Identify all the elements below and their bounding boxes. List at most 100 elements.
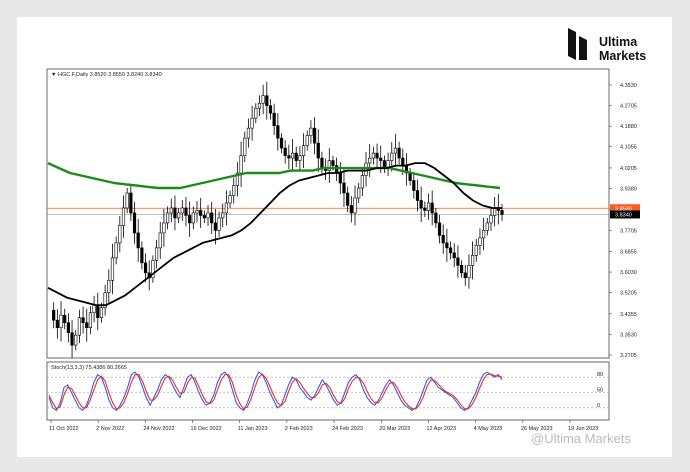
candle-body [158,232,162,249]
candle-body [77,317,81,336]
candle-body [250,117,254,129]
candle-body [221,212,225,219]
stoch-title: Stoch(13,3,3) 75.4386 80.2665 [51,365,127,371]
watermark-text: @Ultima Markets [531,431,631,446]
candle-body [434,212,438,224]
candle-body [96,304,100,319]
candles-group [52,81,504,358]
candle-body [283,147,287,156]
candle-body [202,215,206,219]
candle-body [129,192,133,214]
candle-body [423,207,427,211]
candle-body [143,262,148,274]
candle-body [81,317,85,323]
candle-body [331,160,335,166]
x-tick-label: 2 Nov 2022 [96,426,124,432]
candle-body [92,304,96,314]
stoch-plot-border [46,361,610,421]
candle-body [335,165,339,174]
candle-body [349,205,353,214]
candle-body [408,172,412,181]
candle-body [110,257,115,281]
candle-body [415,190,420,201]
candle-body [232,185,236,196]
candle-body [471,255,475,266]
candle-body [239,155,243,174]
candle-body [298,155,302,161]
stoch-line-0 [48,371,503,412]
x-tick-label: 16 Dec 2022 [191,426,222,432]
candle-body [478,237,482,246]
candle-body [320,157,324,169]
candle-body [162,222,166,234]
stoch-level-label: 0 [597,403,600,409]
candle-body [74,334,78,346]
chart-svg: 4.35304.27054.18804.10554.02053.93803.85… [46,68,640,432]
stoch-level-label: 80 [597,372,603,378]
candle-body [261,95,265,104]
candle-body [107,279,111,294]
candle-body [246,127,251,139]
candle-body [199,210,203,216]
candle-body [265,95,269,107]
candle-body [371,152,375,159]
candle-body [254,107,258,119]
y-tick-label: 4.1055 [620,145,637,151]
candle-body [390,152,394,161]
candle-body [114,242,118,259]
candle-body [412,180,416,191]
candle-body [493,207,497,216]
candle-body [63,314,67,323]
candle-body [99,307,104,319]
candle-body [459,265,464,274]
candle-body [85,322,89,328]
candle-body [482,230,486,239]
candle-body [426,202,431,211]
candle-body [52,309,56,321]
candle-body [169,207,173,214]
candle-body [419,200,423,209]
candle-body [195,210,199,214]
candle-body [452,252,456,259]
candle-body [430,202,434,214]
candle-body [59,314,63,328]
candle-body [224,202,228,214]
candle-body [55,319,59,328]
candle-body [213,222,217,231]
brand-line-1: Ultima [599,35,638,49]
candle-body [287,155,291,159]
candle-body [276,125,280,139]
candle-body [125,192,129,209]
x-tick-label: 11 Jan 2023 [238,426,268,432]
candle-body [88,312,93,328]
candle-body [210,212,214,224]
y-tick-label: 4.3530 [620,83,637,89]
candle-body [338,172,342,184]
y-tick-label: 4.1880 [620,124,637,130]
candle-body [456,257,460,266]
candle-body [364,162,368,176]
x-tick-label: 24 Nov 2022 [143,426,174,432]
candle-body [279,137,284,149]
candle-body [441,235,445,244]
candle-body [346,192,350,206]
candle-body [368,157,372,164]
candle-body [489,215,493,224]
candle-body [217,217,221,231]
y-tick-label: 3.6855 [620,249,637,255]
brand-logo-text: Ultima Markets [599,35,646,63]
candle-body [375,152,379,159]
candle-body [136,232,140,249]
ultima-logo-icon [568,28,587,60]
candle-body [301,145,306,156]
candle-body [180,207,184,214]
candle-body [294,152,298,161]
y-tick-label: 3.5205 [620,291,637,297]
candle-body [272,112,276,126]
candle-body [268,105,273,114]
candle-body [316,142,320,159]
candle-body [474,245,478,256]
stoch-level-label: 50 [597,388,603,394]
candle-body [393,147,398,154]
candle-body [357,187,361,199]
